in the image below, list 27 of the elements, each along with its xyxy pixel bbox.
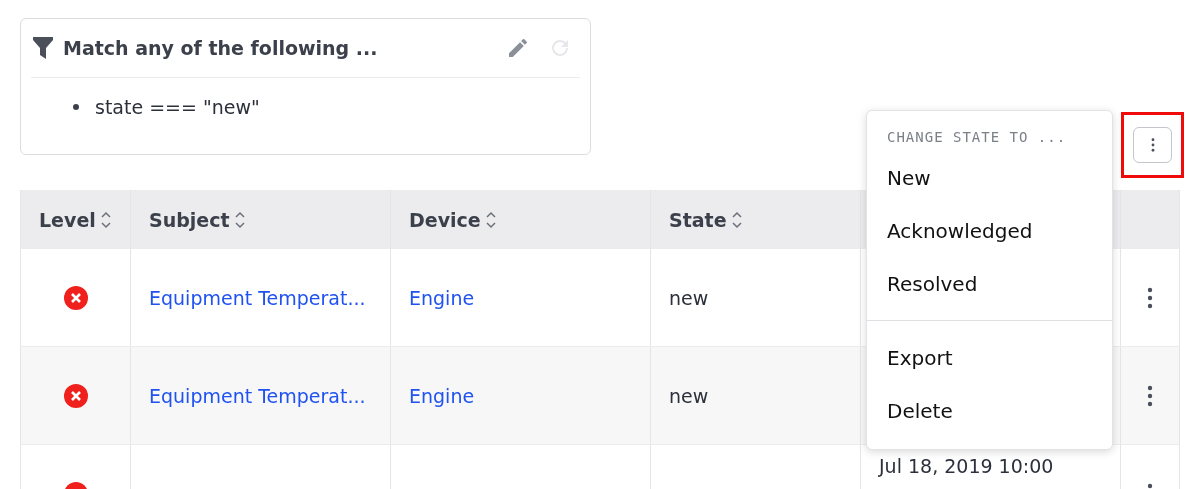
column-header[interactable]: Level bbox=[39, 208, 96, 231]
state-text: new bbox=[669, 286, 709, 309]
more-icon[interactable] bbox=[1147, 384, 1153, 407]
filter-icon bbox=[33, 37, 53, 59]
more-icon bbox=[1150, 138, 1155, 152]
device-link[interactable]: Engine bbox=[409, 384, 475, 407]
subject-link[interactable]: Equipment Temperat... bbox=[149, 384, 366, 407]
menu-item[interactable]: Acknowledged bbox=[867, 204, 1112, 257]
date-text: Jul 18, 2019 10:00 bbox=[879, 455, 1054, 477]
edit-icon[interactable] bbox=[506, 36, 530, 60]
error-icon bbox=[63, 383, 88, 408]
menu-item[interactable]: New bbox=[867, 151, 1112, 204]
state-text: new bbox=[669, 384, 709, 407]
menu-item[interactable]: Export bbox=[867, 331, 1112, 384]
bullet-icon bbox=[73, 104, 79, 110]
menu-heading: CHANGE STATE TO ... bbox=[886, 129, 1068, 145]
column-header[interactable]: State bbox=[669, 208, 727, 231]
menu-item[interactable]: Resolved bbox=[867, 257, 1112, 310]
column-header[interactable]: Device bbox=[409, 208, 481, 231]
device-link[interactable]: Engine bbox=[409, 286, 475, 309]
subject-link[interactable]: Equipment Temperat... bbox=[149, 286, 366, 309]
menu-item[interactable]: Delete bbox=[867, 384, 1112, 437]
more-icon[interactable] bbox=[1147, 286, 1153, 309]
filter-condition: state === "new" bbox=[95, 96, 260, 118]
column-header[interactable]: Subject bbox=[149, 208, 230, 231]
filter-title: Match any of the following ... bbox=[63, 37, 379, 59]
error-icon bbox=[63, 285, 88, 310]
